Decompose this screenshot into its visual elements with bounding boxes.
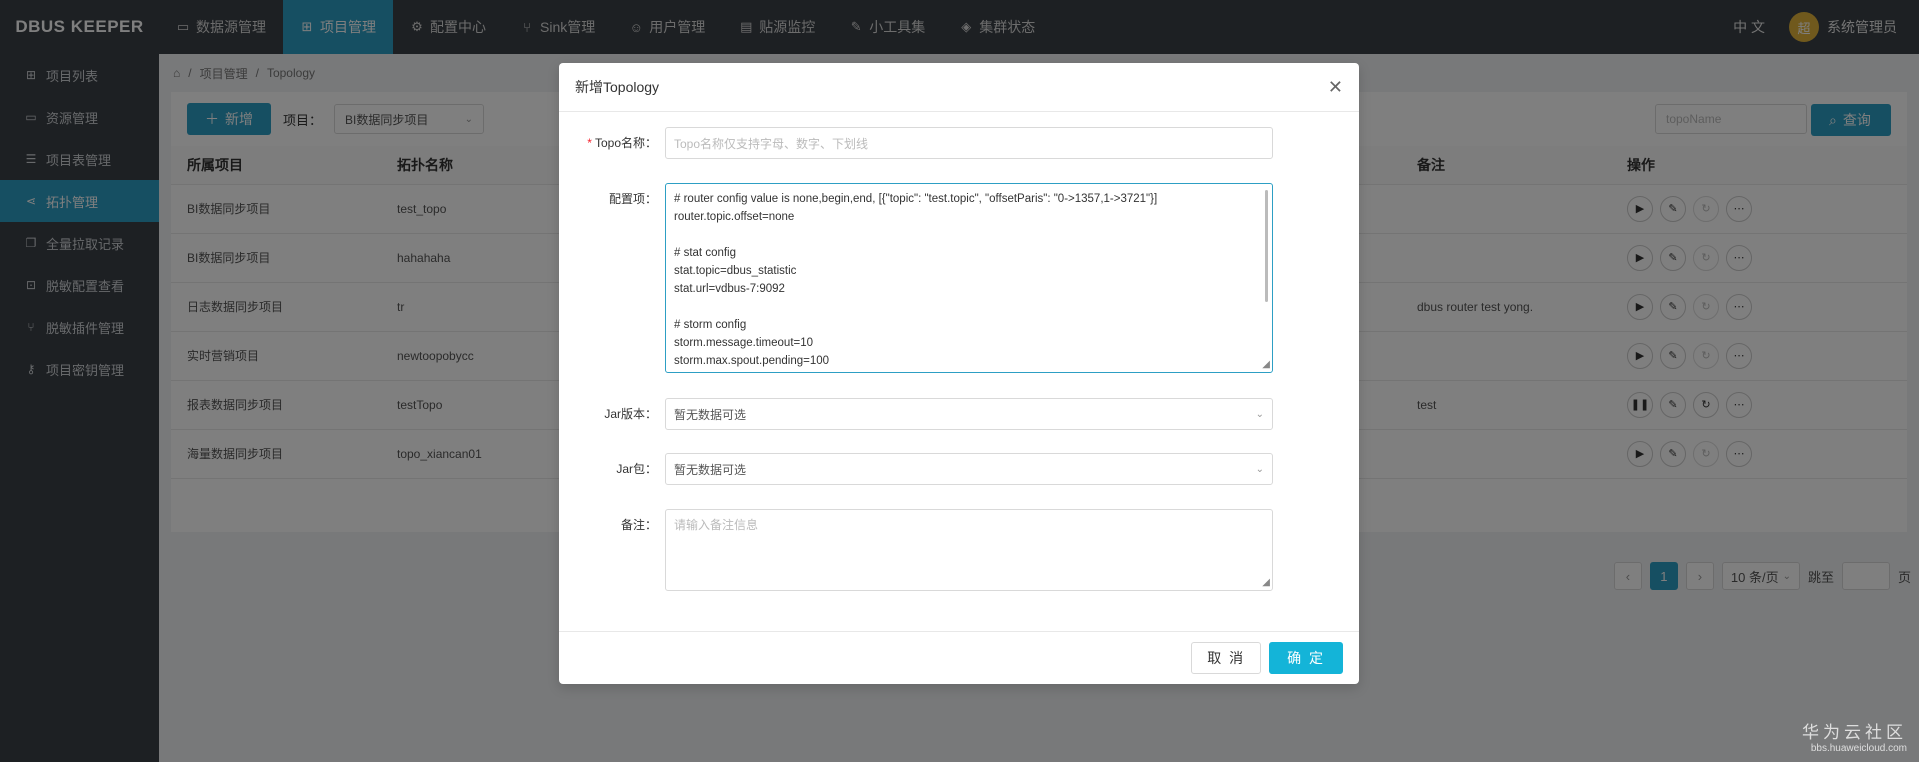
jar-package-value: 暂无数据可选: [674, 462, 747, 477]
config-line: [674, 298, 1264, 316]
cancel-button[interactable]: 取 消: [1191, 642, 1262, 674]
config-textarea[interactable]: # router config value is none,begin,end,…: [665, 183, 1273, 373]
config-label: 配置项：: [608, 192, 657, 206]
chevron-down-icon: ⌄: [1255, 408, 1264, 420]
confirm-button[interactable]: 确 定: [1269, 642, 1343, 674]
config-line: # router config value is none,begin,end,…: [674, 193, 1158, 205]
jar-package-select[interactable]: 暂无数据可选 ⌄: [665, 453, 1273, 485]
config-line: stat.url=vdbus-7:9092: [674, 283, 785, 295]
modal-footer: 取 消 确 定: [559, 631, 1359, 684]
config-line: stat.topic=dbus_statistic: [674, 265, 797, 277]
form-row-topo-name: * Topo名称： Topo名称仅支持字母、数字、下划线: [559, 127, 1273, 159]
config-line: storm.message.timeout=10: [674, 337, 814, 349]
config-line: # stat config: [674, 247, 737, 259]
form-row-remark: 备注： 请输入备注信息 ◢: [559, 509, 1273, 591]
chevron-down-icon: ⌄: [1255, 463, 1264, 475]
form-row-jar-package: Jar包： 暂无数据可选 ⌄: [559, 453, 1273, 485]
remark-label: 备注：: [620, 518, 657, 532]
topo-name-label: * Topo名称：: [559, 127, 665, 159]
form-row-config: 配置项： # router config value is none,begin…: [559, 183, 1273, 373]
textarea-scrollbar[interactable]: [1265, 190, 1268, 302]
resize-handle-icon[interactable]: ◢: [1262, 578, 1270, 588]
modal-header: 新增Topology ✕: [559, 63, 1359, 112]
topo-name-label-text: Topo名称：: [594, 136, 657, 150]
watermark: 华为云社区 bbs.huaweicloud.com: [1802, 718, 1907, 754]
jar-version-select[interactable]: 暂无数据可选 ⌄: [665, 398, 1273, 430]
config-line: # storm config: [674, 319, 747, 331]
config-line: [674, 226, 1264, 244]
modal-title: 新增Topology: [575, 79, 660, 95]
add-topology-modal: 新增Topology ✕ * Topo名称： Topo名称仅支持字母、数字、下划线…: [559, 63, 1359, 684]
jar-version-value: 暂无数据可选: [674, 407, 747, 422]
watermark-title: 华为云社区: [1802, 723, 1907, 742]
required-marker: *: [587, 136, 592, 150]
remark-placeholder: 请输入备注信息: [674, 518, 759, 532]
config-line: router.topic.offset=none: [674, 211, 795, 223]
remark-textarea[interactable]: 请输入备注信息 ◢: [665, 509, 1273, 591]
topo-name-input[interactable]: Topo名称仅支持字母、数字、下划线: [665, 127, 1273, 159]
form-row-jar-version: Jar版本： 暂无数据可选 ⌄: [559, 398, 1273, 430]
jar-version-label: Jar版本：: [604, 407, 657, 421]
config-line: storm.max.spout.pending=100: [674, 355, 830, 367]
jar-package-label: Jar包：: [616, 462, 657, 476]
close-icon[interactable]: ✕: [1328, 77, 1343, 98]
resize-handle-icon[interactable]: ◢: [1262, 360, 1270, 370]
watermark-url: bbs.huaweicloud.com: [1810, 743, 1907, 754]
